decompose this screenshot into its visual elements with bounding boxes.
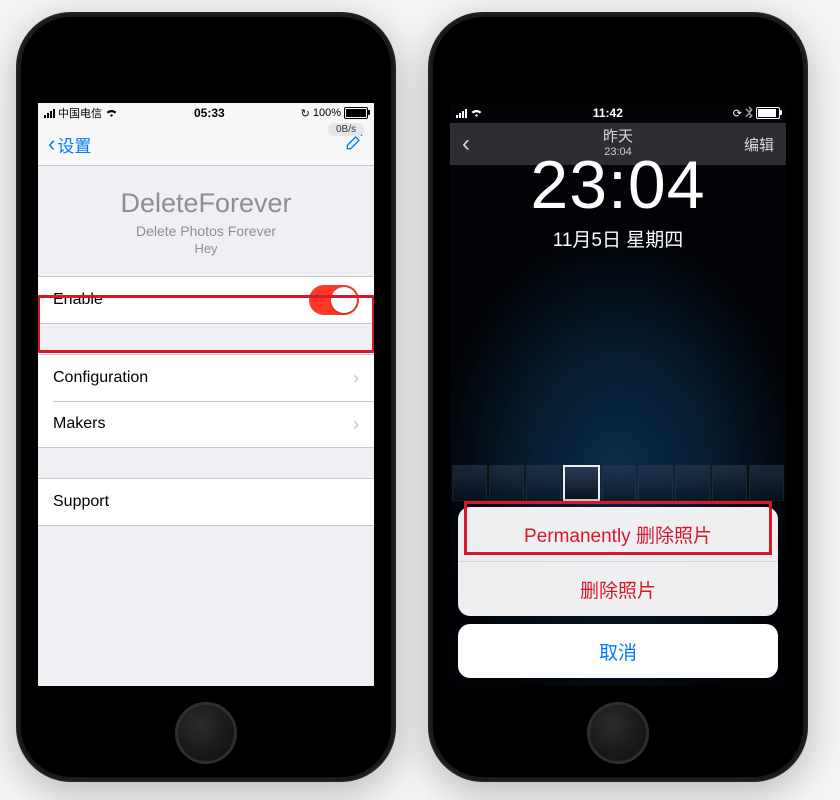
- phone-right-frame: 11:42 ⟳ ‹ 昨天 23:04 编辑 23:04: [428, 12, 808, 782]
- action-sheet-options: Permanently 删除照片 删除照片: [458, 507, 778, 616]
- home-button[interactable]: [587, 702, 649, 764]
- status-left: [456, 107, 483, 119]
- photo-thumbnail[interactable]: [526, 465, 561, 501]
- phone-left-frame: 中国电信 05:33 ↻ 100% 0B/s ‹ 设置: [16, 12, 396, 782]
- battery-percent: 100%: [313, 107, 341, 119]
- settings-screen: 中国电信 05:33 ↻ 100% 0B/s ‹ 设置: [37, 102, 375, 687]
- makers-label: Makers: [53, 415, 105, 433]
- status-right: ⟳: [733, 106, 780, 121]
- home-button[interactable]: [175, 702, 237, 764]
- chevron-right-icon: ›: [353, 414, 359, 435]
- bluetooth-icon: [745, 106, 753, 121]
- permanently-delete-button[interactable]: Permanently 删除照片: [458, 507, 778, 561]
- delete-label: 删除照片: [580, 576, 656, 603]
- status-bar: 中国电信 05:33 ↻ 100%: [38, 103, 374, 123]
- app-header: DeleteForever Delete Photos Forever Hey: [38, 166, 374, 276]
- battery-icon: [344, 107, 368, 119]
- app-subtitle: Delete Photos Forever: [38, 223, 374, 239]
- status-right: ↻ 100%: [301, 107, 368, 120]
- support-row[interactable]: Support: [38, 479, 374, 525]
- cancel-label: 取消: [599, 638, 637, 665]
- photo-thumbnail-selected[interactable]: [563, 465, 600, 501]
- makers-row[interactable]: Makers ›: [38, 401, 374, 447]
- carrier-label: 中国电信: [58, 105, 102, 121]
- photo-thumbnail[interactable]: [749, 465, 784, 501]
- enable-row[interactable]: Enable: [38, 277, 374, 323]
- enable-label: Enable: [53, 291, 103, 309]
- photo-thumbnail[interactable]: [452, 465, 487, 501]
- back-button[interactable]: ‹ 设置: [48, 132, 91, 157]
- permanently-delete-label: Permanently 删除照片: [524, 521, 712, 548]
- wifi-icon: [470, 107, 483, 119]
- links-group: Configuration › Makers ›: [38, 354, 374, 448]
- photo-thumbnail[interactable]: [489, 465, 524, 501]
- lockscreen-time: 23:04: [450, 151, 786, 219]
- chevron-left-icon: ‹: [48, 133, 55, 155]
- battery-icon: [756, 107, 780, 119]
- photos-screen: 11:42 ⟳ ‹ 昨天 23:04 编辑 23:04: [449, 102, 787, 687]
- status-left: 中国电信: [44, 105, 118, 121]
- photo-thumbnail[interactable]: [712, 465, 747, 501]
- navigation-bar: ‹ 设置: [38, 123, 374, 166]
- back-label: 设置: [57, 132, 91, 157]
- support-label: Support: [53, 493, 109, 511]
- lockscreen-date: 11月5日 星期四: [450, 225, 786, 252]
- status-bar: 11:42 ⟳: [450, 103, 786, 123]
- orientation-lock-icon: ⟳: [733, 107, 742, 120]
- network-speed-badge: 0B/s: [328, 123, 364, 136]
- configuration-row[interactable]: Configuration ›: [38, 355, 374, 401]
- app-title: DeleteForever: [38, 188, 374, 219]
- photo-thumbnail-strip[interactable]: [450, 465, 786, 501]
- status-time: 05:33: [194, 106, 225, 120]
- enable-group: Enable: [38, 276, 374, 324]
- cellular-signal-icon: [456, 108, 467, 118]
- phone-left-inner: 中国电信 05:33 ↻ 100% 0B/s ‹ 设置: [21, 17, 391, 777]
- refresh-icon: ↻: [301, 107, 310, 120]
- action-sheet: Permanently 删除照片 删除照片 取消: [450, 499, 786, 686]
- enable-toggle[interactable]: [309, 285, 359, 315]
- photo-thumbnail[interactable]: [675, 465, 710, 501]
- status-time: 11:42: [593, 106, 623, 120]
- chevron-right-icon: ›: [353, 368, 359, 389]
- phone-right-inner: 11:42 ⟳ ‹ 昨天 23:04 编辑 23:04: [433, 17, 803, 777]
- support-group: Support: [38, 478, 374, 526]
- delete-button[interactable]: 删除照片: [458, 561, 778, 616]
- configuration-label: Configuration: [53, 369, 148, 387]
- app-subtitle2: Hey: [38, 241, 374, 256]
- photo-thumbnail[interactable]: [638, 465, 673, 501]
- wifi-icon: [105, 107, 118, 119]
- nav-title: 昨天: [450, 128, 786, 146]
- cancel-button[interactable]: 取消: [458, 624, 778, 678]
- photo-thumbnail[interactable]: [602, 465, 637, 501]
- cellular-signal-icon: [44, 108, 55, 118]
